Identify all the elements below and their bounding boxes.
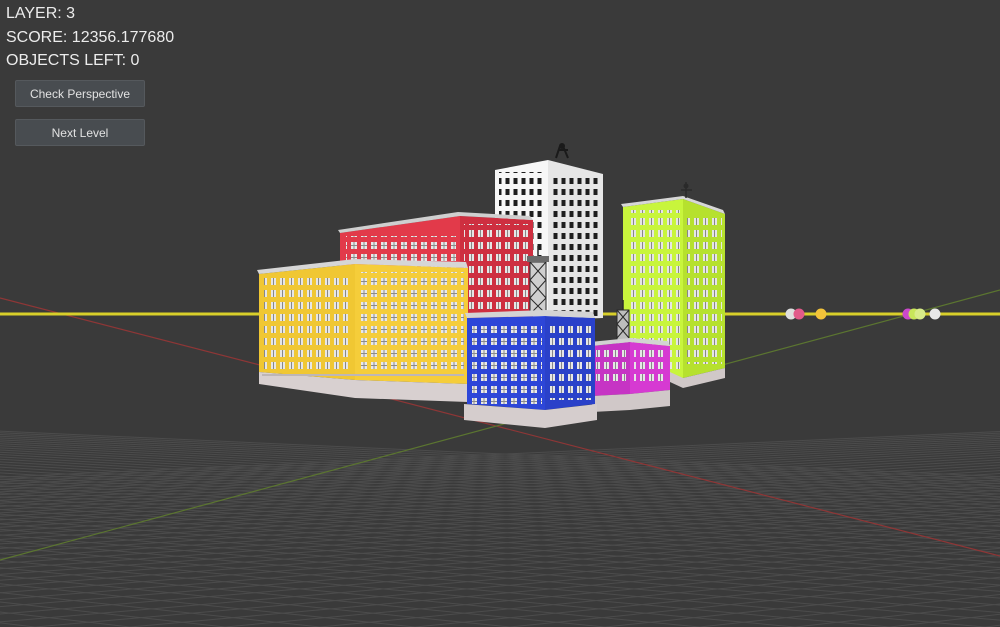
building-cluster[interactable] <box>257 143 725 428</box>
yellow-building[interactable] <box>257 259 468 402</box>
layer-counter: LAYER: 3 <box>6 5 76 22</box>
3d-viewport[interactable] <box>0 0 1000 627</box>
objects-left-counter: OBJECTS LEFT: 0 <box>6 52 140 69</box>
score-display: SCORE: 12356.177680 <box>6 29 175 46</box>
blue-building[interactable] <box>464 310 597 428</box>
magenta-building[interactable] <box>590 338 670 412</box>
next-level-button[interactable]: Next Level <box>15 119 145 146</box>
white-marker-2 <box>929 308 941 320</box>
antenna-tower <box>527 246 549 315</box>
lightgreen-marker <box>914 308 926 320</box>
check-perspective-button[interactable]: Check Perspective <box>15 80 145 107</box>
pink-marker <box>793 308 805 320</box>
yellow-marker <box>815 308 827 320</box>
